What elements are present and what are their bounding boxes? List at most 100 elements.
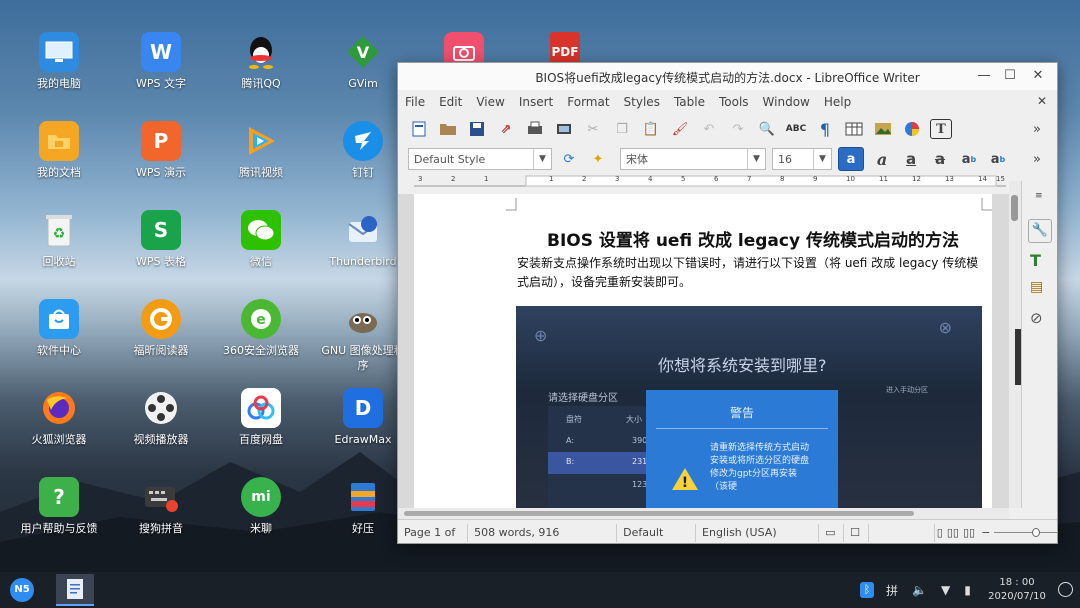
status-word-count[interactable]: 508 words, 916 characters	[468, 523, 618, 542]
maximize-button[interactable]: ☐	[1001, 67, 1019, 85]
taskbar-writer-button[interactable]	[56, 574, 94, 606]
book-view-icon[interactable]: ▯▯	[961, 526, 977, 539]
menu-styles[interactable]: Styles	[624, 95, 660, 109]
desktop-icon-miliao[interactable]: mi 米聊	[217, 477, 305, 536]
desktop-icon-help-feedback[interactable]: ? 用户帮助与反馈	[15, 477, 103, 536]
toolbar-overflow-icon[interactable]: »	[1026, 119, 1048, 139]
usb-device-icon[interactable]: ▮	[964, 583, 971, 597]
desktop-icon-foxit[interactable]: 福昕阅读器	[117, 299, 205, 358]
single-page-view-icon[interactable]: ▯	[935, 526, 945, 539]
menu-insert[interactable]: Insert	[519, 95, 553, 109]
status-language[interactable]: English (USA)	[696, 523, 820, 542]
insert-image-icon[interactable]	[872, 119, 894, 139]
toolbar-overflow-icon[interactable]: »	[1026, 149, 1048, 169]
paragraph-style-combo[interactable]: Default Style ▼	[408, 148, 552, 170]
bold-icon[interactable]: a	[838, 147, 864, 171]
desktop-icon-tencent-video[interactable]: 腾讯视频	[217, 121, 305, 180]
insert-table-icon[interactable]	[843, 119, 865, 139]
horizontal-ruler[interactable]: 3 2 1 1 2 3 4 5 6 7 8 9 10 11 12 13 14 1…	[406, 174, 1057, 188]
copy-icon[interactable]: ❐	[611, 119, 633, 139]
export-pdf-icon[interactable]: ⇗	[495, 119, 517, 139]
desktop-icon-software-center[interactable]: 软件中心	[15, 299, 103, 358]
desktop-icon-haozip[interactable]: 好压	[319, 477, 407, 536]
chevron-down-icon[interactable]: ▼	[533, 149, 551, 169]
input-method-indicator[interactable]: 拼	[886, 582, 898, 599]
styles-icon[interactable]: T	[1030, 251, 1041, 270]
menu-tools[interactable]: Tools	[719, 95, 749, 109]
cut-icon[interactable]: ✂	[582, 119, 604, 139]
desktop-icon-dingtalk[interactable]: 钉钉	[319, 121, 407, 180]
insert-textbox-icon[interactable]: T	[930, 119, 952, 139]
new-style-icon[interactable]: ✦	[587, 149, 609, 169]
desktop-icon-documents[interactable]: 我的文档	[15, 121, 103, 180]
start-menu-button[interactable]: N5	[10, 578, 34, 602]
navigator-icon[interactable]: ⊘	[1030, 309, 1043, 327]
desktop-icon-sogou[interactable]: 搜狗拼音	[117, 477, 205, 536]
superscript-icon[interactable]: ab	[958, 149, 980, 169]
menu-edit[interactable]: Edit	[439, 95, 462, 109]
desktop-icon-wps-spreadsheet[interactable]: S WPS 表格	[117, 210, 205, 269]
menu-file[interactable]: File	[405, 95, 425, 109]
paste-icon[interactable]: 📋	[640, 119, 662, 139]
horizontal-scrollbar[interactable]	[398, 508, 1009, 519]
document-page[interactable]: BIOS 设置将 uefi 改成 legacy 传统模式启动的方法 安装新支点操…	[414, 194, 992, 508]
zoom-slider[interactable]	[994, 527, 1057, 538]
formatting-marks-icon[interactable]: ¶	[814, 119, 836, 139]
zoom-out-icon[interactable]: −	[977, 526, 994, 539]
open-folder-icon[interactable]	[437, 119, 459, 139]
strikethrough-icon[interactable]: a	[929, 149, 951, 169]
desktop-icon-wps-writer[interactable]: W WPS 文字	[117, 32, 205, 91]
desktop-icon-recycle-bin[interactable]: ♻ 回收站	[15, 210, 103, 269]
desktop-icon-edrawmax[interactable]: D EdrawMax	[319, 388, 407, 447]
bluetooth-icon[interactable]: ᛒ	[860, 582, 874, 598]
subscript-icon[interactable]: ab	[987, 149, 1009, 169]
desktop-icon-qq[interactable]: 腾讯QQ	[217, 32, 305, 91]
desktop-icon-gimp[interactable]: GNU 图像处理程序	[319, 299, 407, 373]
vertical-scrollbar[interactable]	[1009, 181, 1021, 508]
desktop-icon-baidu-netdisk[interactable]: 百度网盘	[217, 388, 305, 447]
menu-window[interactable]: Window	[763, 95, 810, 109]
notification-icon[interactable]	[1058, 582, 1073, 597]
document-modified-icon[interactable]: ☐	[844, 523, 870, 542]
desktop-icon-wps-presentation[interactable]: P WPS 演示	[117, 121, 205, 180]
status-page[interactable]: Page 1 of 3	[398, 523, 469, 542]
font-size-combo[interactable]: 16 ▼	[772, 148, 832, 170]
chevron-down-icon[interactable]: ▼	[813, 149, 831, 169]
desktop-icon-firefox[interactable]: 火狐浏览器	[15, 388, 103, 447]
clone-formatting-icon[interactable]: 🖌	[669, 119, 691, 139]
menu-view[interactable]: View	[476, 95, 504, 109]
update-style-icon[interactable]: ⟳	[558, 149, 580, 169]
chevron-down-icon[interactable]: ▼	[747, 149, 765, 169]
menu-format[interactable]: Format	[567, 95, 609, 109]
clock[interactable]: 18 : 00 2020/07/10	[986, 576, 1048, 604]
properties-icon[interactable]: 🔧	[1028, 219, 1052, 243]
redo-icon[interactable]: ↷	[727, 119, 749, 139]
font-name-combo[interactable]: 宋体 ▼	[620, 148, 766, 170]
print-preview-icon[interactable]	[553, 119, 575, 139]
undo-icon[interactable]: ↶	[698, 119, 720, 139]
status-page-style[interactable]: Default Style	[617, 523, 697, 542]
spelling-icon[interactable]: ABC	[785, 119, 807, 139]
close-document-icon[interactable]: ✕	[1037, 94, 1047, 108]
desktop-icon-video-player[interactable]: 视频播放器	[117, 388, 205, 447]
window-titlebar[interactable]: BIOS将uefi改成legacy传统模式启动的方法.docx - LibreO…	[398, 63, 1057, 90]
document-canvas[interactable]: BIOS 设置将 uefi 改成 legacy 传统模式启动的方法 安装新支点操…	[398, 194, 1009, 508]
insert-chart-icon[interactable]	[901, 119, 923, 139]
multi-page-view-icon[interactable]: ▯▯	[945, 526, 961, 539]
new-document-icon[interactable]	[408, 119, 430, 139]
find-replace-icon[interactable]: 🔍	[756, 119, 778, 139]
menu-table[interactable]: Table	[674, 95, 705, 109]
minimize-button[interactable]: —	[975, 67, 993, 85]
sidebar-menu-icon[interactable]: ≡	[1035, 191, 1043, 201]
desktop-icon-wechat[interactable]: 微信	[217, 210, 305, 269]
close-window-button[interactable]: ✕	[1029, 67, 1047, 85]
embedded-photo[interactable]: ⊕ ⊗ 你想将系统安装到哪里? 请选择硬盘分区 进入手动分区 盘符 大小 A: …	[516, 306, 982, 508]
desktop-icon-thunderbird[interactable]: Thunderbird	[319, 210, 407, 269]
italic-icon[interactable]: a	[871, 149, 893, 169]
network-icon[interactable]: ▼	[941, 583, 950, 597]
volume-icon[interactable]: 🔈	[912, 583, 927, 597]
desktop-icon-computer[interactable]: 我的电脑	[15, 32, 103, 91]
signature-icon[interactable]	[869, 523, 935, 542]
print-icon[interactable]	[524, 119, 546, 139]
desktop-icon-gvim[interactable]: V GVim	[319, 32, 407, 91]
